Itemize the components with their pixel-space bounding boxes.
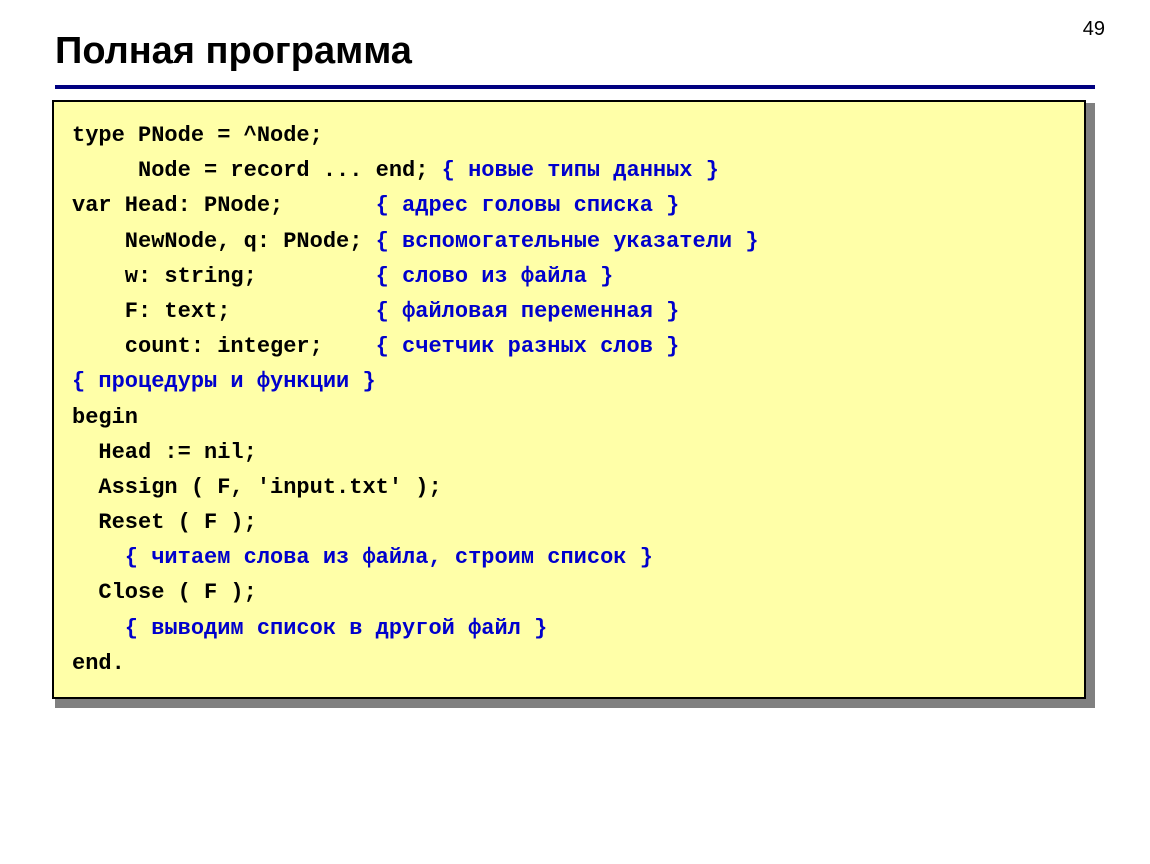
code-line-3: var Head: PNode; xyxy=(72,193,283,218)
code-comment-7: { счетчик разных слов } xyxy=(323,334,679,359)
code-line-16: end. xyxy=(72,651,125,676)
code-line-4: NewNode, q: PNode; xyxy=(72,229,362,254)
slide: 49 Полная программа type PNode = ^Node; … xyxy=(0,0,1150,864)
code-line-5: w: string; xyxy=(72,264,257,289)
code-comment-8: { процедуры и функции } xyxy=(72,369,376,394)
code-comment-13: { читаем слова из файла, строим список } xyxy=(72,545,653,570)
code-comment-5: { слово из файла } xyxy=(257,264,613,289)
code-line-2: Node = record ... end; xyxy=(72,158,428,183)
code-shadow: type PNode = ^Node; Node = record ... en… xyxy=(55,103,1095,708)
code-comment-6: { файловая переменная } xyxy=(230,299,679,324)
code-line-11: Assign ( F, 'input.txt' ); xyxy=(72,475,442,500)
code-line-6: F: text; xyxy=(72,299,230,324)
code-comment-4: { вспомогательные указатели } xyxy=(362,229,758,254)
slide-title: Полная программа xyxy=(55,30,1095,73)
title-underline xyxy=(55,85,1095,89)
code-comment-15: { выводим список в другой файл } xyxy=(72,616,547,641)
code-line-1: type PNode = ^Node; xyxy=(72,123,323,148)
code-block: type PNode = ^Node; Node = record ... en… xyxy=(52,100,1086,699)
code-comment-2: { новые типы данных } xyxy=(428,158,718,183)
code-comment-3: { адрес головы списка } xyxy=(283,193,679,218)
code-line-7: count: integer; xyxy=(72,334,323,359)
code-line-14: Close ( F ); xyxy=(72,580,257,605)
code-line-10: Head := nil; xyxy=(72,440,257,465)
code-line-9: begin xyxy=(72,405,138,430)
code-line-12: Reset ( F ); xyxy=(72,510,257,535)
page-number: 49 xyxy=(1083,18,1105,41)
